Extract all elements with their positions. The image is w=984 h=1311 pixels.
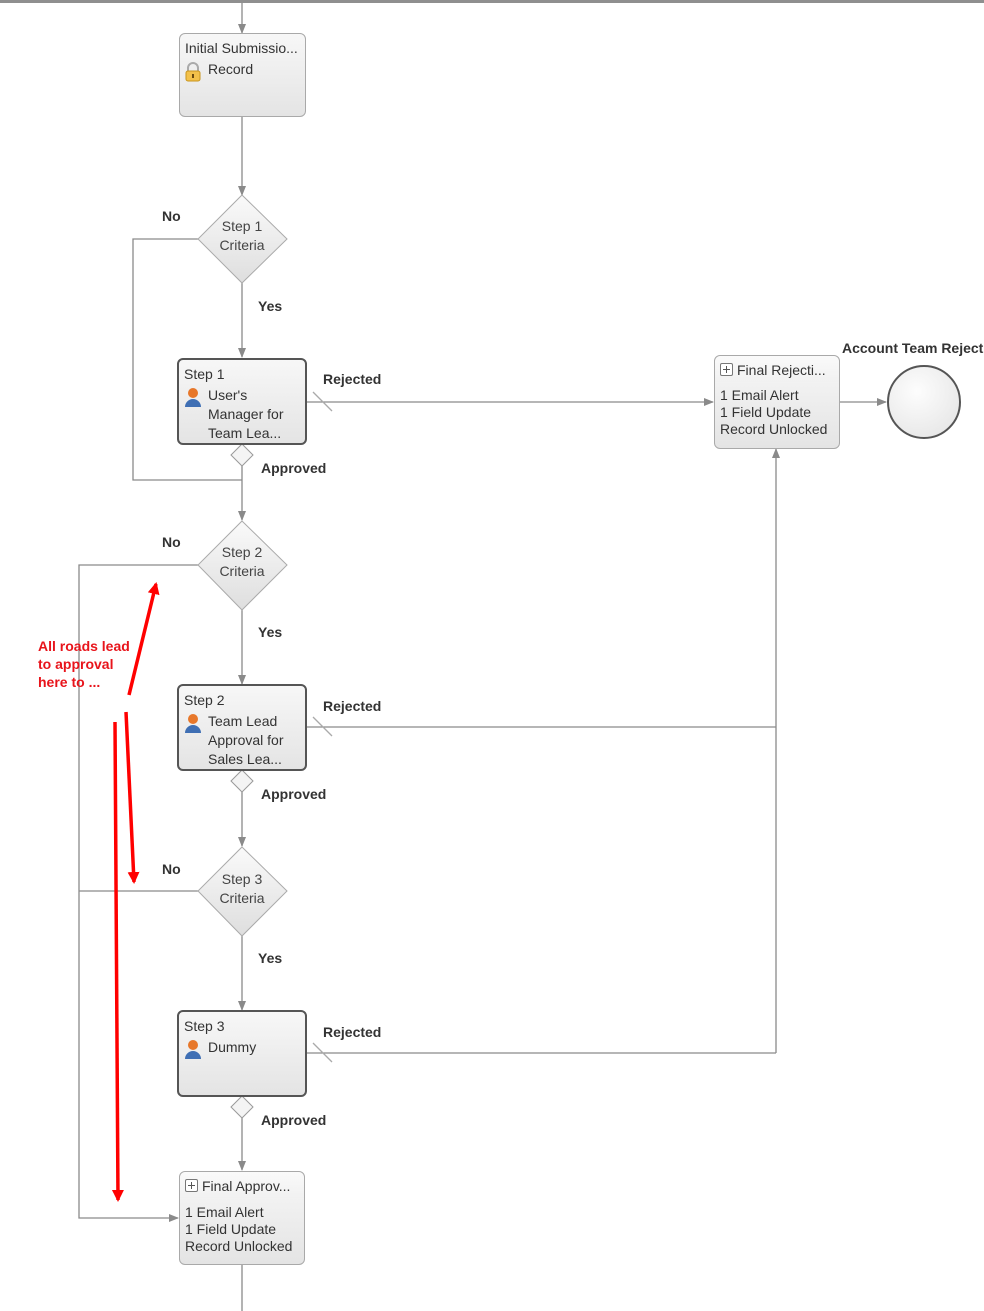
annotation-note: All roads lead to approval here to ...: [38, 637, 130, 691]
annotation-line: here to ...: [38, 674, 101, 690]
node-title: Final Rejecti...: [737, 362, 826, 378]
yes-label: Yes: [258, 950, 283, 966]
approved-label: Approved: [261, 786, 327, 802]
node-action: Record: [208, 61, 254, 77]
action-item: 1 Field Update: [720, 404, 812, 420]
no-label: No: [162, 861, 181, 877]
expand-plus-icon[interactable]: [185, 1179, 198, 1192]
approver-line: Team Lea...: [208, 425, 282, 441]
approval-step-1-node[interactable]: Step 1 User's Manager for Team Lea...: [177, 358, 307, 445]
approver-line: Sales Lea...: [208, 751, 282, 767]
action-item: 1 Email Alert: [720, 387, 799, 403]
rejected-label: Rejected: [323, 1024, 382, 1040]
action-item: 1 Email Alert: [185, 1204, 264, 1220]
node-title: Step 2: [184, 692, 225, 708]
annotation-arrow-down-step3: [124, 711, 140, 884]
approval-process-diagram: Initial Submissio... Record Step 1 Crite…: [0, 0, 984, 1311]
node-title: Final Approv...: [202, 1178, 291, 1194]
annotation-line: to approval: [38, 656, 114, 672]
approval-step-2-node[interactable]: Step 2 Team Lead Approval for Sales Lea.…: [177, 684, 307, 771]
lock-icon: [185, 62, 201, 82]
approved-label: Approved: [261, 1112, 327, 1128]
annotation-line: All roads lead: [38, 638, 130, 654]
approver-text: User's Manager for Team Lea...: [208, 386, 283, 443]
action-list: 1 Email Alert 1 Field Update Record Unlo…: [185, 1204, 292, 1255]
connectors-layer: [0, 0, 984, 1311]
criteria-label-step3: Step 3 Criteria: [197, 870, 287, 908]
expand-plus-icon[interactable]: [720, 363, 733, 376]
yes-label: Yes: [258, 298, 283, 314]
criteria-line: Criteria: [219, 890, 265, 906]
end-state-label: Account Team Reject: [842, 340, 984, 356]
node-title-row: Final Approv...: [185, 1178, 290, 1194]
criteria-label-step1: Step 1 Criteria: [197, 217, 287, 255]
action-item: 1 Field Update: [185, 1221, 277, 1237]
end-state-circle[interactable]: [887, 365, 961, 439]
criteria-line: Criteria: [219, 237, 265, 253]
action-list: 1 Email Alert 1 Field Update Record Unlo…: [720, 387, 827, 438]
rejected-label: Rejected: [323, 698, 382, 714]
approver-line: Dummy: [208, 1039, 257, 1055]
approval-step-3-node[interactable]: Step 3 Dummy: [177, 1010, 307, 1097]
annotation-arrow-down-final: [111, 721, 124, 1202]
criteria-line: Criteria: [219, 563, 265, 579]
node-title: Initial Submissio...: [185, 40, 298, 56]
node-title: Step 1: [184, 366, 225, 382]
initial-submission-node[interactable]: Initial Submissio... Record: [179, 33, 306, 117]
rejected-label: Rejected: [323, 371, 382, 387]
approver-line: Approval for: [208, 732, 284, 748]
final-rejection-actions-node[interactable]: Final Rejecti... 1 Email Alert 1 Field U…: [714, 355, 840, 449]
approver-line: Manager for: [208, 406, 284, 422]
node-title: Step 3: [184, 1018, 225, 1034]
approver-line: Team Lead: [208, 713, 278, 729]
action-item: Record Unlocked: [720, 421, 828, 437]
criteria-line: Step 1: [221, 218, 263, 234]
approved-junction-icon: [230, 769, 254, 793]
approved-label: Approved: [261, 460, 327, 476]
node-title-row: Final Rejecti...: [720, 362, 826, 378]
annotation-arrow-up: [127, 582, 160, 696]
final-approval-actions-node[interactable]: Final Approv... 1 Email Alert 1 Field Up…: [179, 1171, 305, 1265]
approver-line: User's: [208, 387, 248, 403]
approved-junction-icon: [230, 443, 254, 467]
no-label: No: [162, 208, 181, 224]
criteria-label-step2: Step 2 Criteria: [197, 543, 287, 581]
user-icon: [185, 1040, 201, 1059]
user-icon: [185, 714, 201, 733]
criteria-line: Step 3: [221, 871, 263, 887]
action-item: Record Unlocked: [185, 1238, 293, 1254]
yes-label: Yes: [258, 624, 283, 640]
criteria-line: Step 2: [221, 544, 263, 560]
approved-junction-icon: [230, 1095, 254, 1119]
approver-text: Dummy: [208, 1038, 256, 1057]
user-icon: [185, 388, 201, 407]
approver-text: Team Lead Approval for Sales Lea...: [208, 712, 283, 769]
no-label: No: [162, 534, 181, 550]
